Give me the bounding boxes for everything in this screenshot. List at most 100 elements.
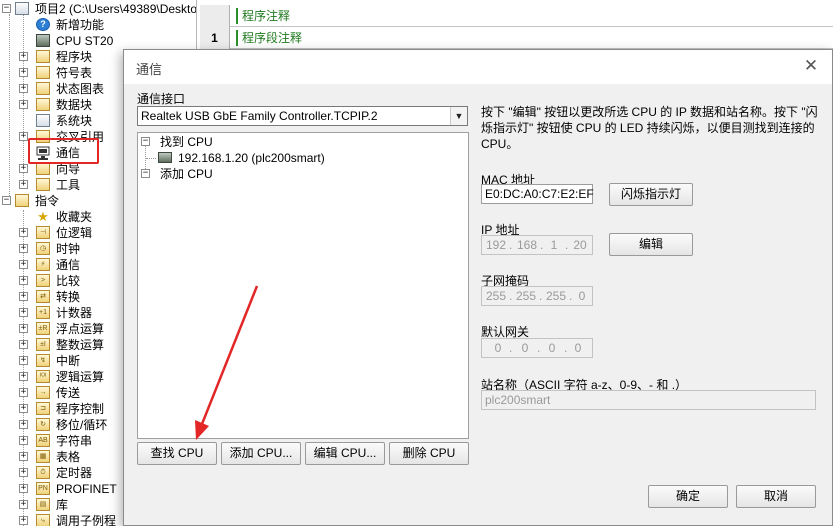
folder-icon (36, 66, 50, 79)
tree-item-label: 指令 (35, 194, 60, 208)
profinet-icon: PN (36, 482, 50, 495)
expand-icon[interactable]: + (19, 356, 28, 365)
folder-icon (36, 178, 50, 191)
tree-item-label: 转换 (56, 290, 81, 304)
expand-icon[interactable]: + (19, 436, 28, 445)
expand-icon[interactable]: + (19, 276, 28, 285)
expand-icon[interactable]: + (19, 452, 28, 461)
counter-icon: +1 (36, 306, 50, 319)
add-cpu-button[interactable]: 添加 CPU... (221, 442, 301, 465)
expand-icon[interactable]: + (19, 404, 28, 413)
expand-icon[interactable]: + (19, 340, 28, 349)
timer-icon: ⏱ (36, 466, 50, 479)
ok-button[interactable]: 确定 (648, 485, 728, 508)
expand-icon[interactable]: + (19, 420, 28, 429)
expand-icon[interactable]: + (19, 324, 28, 333)
tree-item-label: 状态图表 (56, 82, 105, 96)
logic-op-icon: ᴵᴼᴵ (36, 370, 50, 383)
expand-icon[interactable]: + (19, 468, 28, 477)
expand-icon[interactable]: + (19, 228, 28, 237)
project-icon (15, 2, 29, 15)
editor-row-program-comment[interactable]: 程序注释 (200, 5, 833, 27)
dialog-title-bar[interactable]: 通信 ✕ (124, 50, 832, 84)
tree-item-label: 程序控制 (56, 402, 105, 416)
tree-item[interactable]: CPU ST20 (0, 33, 196, 49)
tree-item-label: 逻辑运算 (56, 370, 105, 384)
tree-item-label: 定时器 (56, 466, 93, 480)
expand-icon[interactable]: + (19, 484, 28, 493)
editor-row-network-1[interactable]: 1 程序段注释 (200, 27, 833, 49)
collapse-icon[interactable]: − (2, 4, 11, 13)
expand-icon[interactable]: + (19, 180, 28, 189)
ip-address-field: 192. 168. 1. 20 (481, 235, 593, 255)
tree-item-label: 时钟 (56, 242, 81, 256)
help-icon: ? (36, 18, 50, 31)
plc-icon (158, 152, 172, 163)
interrupt-icon: ↯ (36, 354, 50, 367)
expand-icon[interactable]: + (19, 52, 28, 61)
expand-icon[interactable]: + (19, 244, 28, 253)
tree-item-label: 整数运算 (56, 338, 105, 352)
default-gateway-field: 0. 0. 0. 0 (481, 338, 593, 358)
interface-label: 通信接口 (137, 92, 186, 106)
tree-item[interactable]: ? 新增功能 (0, 17, 196, 33)
tree-item-label: 系统块 (56, 114, 93, 128)
flash-led-button[interactable]: 闪烁指示灯 (609, 183, 693, 206)
close-icon[interactable]: ✕ (802, 57, 820, 75)
mac-address-field: E0:DC:A0:C7:E2:EF (481, 184, 594, 204)
expand-icon[interactable]: + (19, 164, 28, 173)
tree-item-label: 比较 (56, 274, 81, 288)
collapse-icon[interactable]: − (141, 169, 150, 178)
expand-icon[interactable]: + (19, 260, 28, 269)
editor-row-number: 1 (200, 27, 230, 49)
tree-item-label: CPU ST20 (56, 34, 114, 48)
clock-icon: ◷ (36, 242, 50, 255)
float-math-icon: ±R (36, 322, 50, 335)
found-cpu-label: 找到 CPU (160, 135, 213, 149)
folder-icon (15, 194, 29, 207)
network-comment[interactable]: 程序段注释 (236, 30, 302, 46)
folder-icon (36, 82, 50, 95)
expand-icon[interactable]: + (19, 292, 28, 301)
tree-item-label: 字符串 (56, 434, 93, 448)
tree-item-label: 符号表 (56, 66, 93, 80)
tree-item-label: PROFINET (56, 482, 117, 496)
chevron-down-icon[interactable]: ▼ (450, 107, 467, 125)
table-icon: ▦ (36, 450, 50, 463)
compare-icon: > (36, 274, 50, 287)
find-cpu-button[interactable]: 查找 CPU (137, 442, 217, 465)
expand-icon[interactable]: + (19, 500, 28, 509)
tree-item-label: 移位/循环 (56, 418, 108, 432)
cpu-item-label: 192.168.1.20 (plc200smart) (178, 151, 325, 165)
bit-logic-icon: ⊣ (36, 226, 50, 239)
tree-item-label: 新增功能 (56, 18, 105, 32)
folder-icon (36, 98, 50, 111)
tree-item-label: 项目2 (C:\Users\49389\Desktop (35, 2, 197, 16)
tree-item-label: 位逻辑 (56, 226, 93, 240)
program-comment[interactable]: 程序注释 (236, 8, 290, 24)
interface-select[interactable]: Realtek USB GbE Family Controller.TCPIP.… (137, 106, 468, 126)
shift-icon: ↻ (36, 418, 50, 431)
int-math-icon: ±I (36, 338, 50, 351)
edit-button[interactable]: 编辑 (609, 233, 693, 256)
tree-item[interactable]: − 项目2 (C:\Users\49389\Desktop (0, 1, 197, 17)
tree-item-label: 传送 (56, 386, 81, 400)
edit-cpu-button[interactable]: 编辑 CPU... (305, 442, 385, 465)
editor-row-number (200, 5, 230, 27)
expand-icon[interactable]: + (19, 308, 28, 317)
tree-item-label: 浮点运算 (56, 322, 105, 336)
expand-icon[interactable]: + (19, 68, 28, 77)
document-icon (36, 114, 50, 127)
collapse-icon[interactable]: − (141, 137, 150, 146)
expand-icon[interactable]: + (19, 388, 28, 397)
plc-icon (36, 34, 50, 47)
expand-icon[interactable]: + (19, 132, 28, 141)
expand-icon[interactable]: + (19, 372, 28, 381)
delete-cpu-button[interactable]: 删除 CPU (389, 442, 469, 465)
expand-icon[interactable]: + (19, 84, 28, 93)
cancel-button[interactable]: 取消 (736, 485, 816, 508)
expand-icon[interactable]: + (19, 516, 28, 525)
folder-icon (36, 50, 50, 63)
expand-icon[interactable]: + (19, 100, 28, 109)
collapse-icon[interactable]: − (2, 196, 11, 205)
